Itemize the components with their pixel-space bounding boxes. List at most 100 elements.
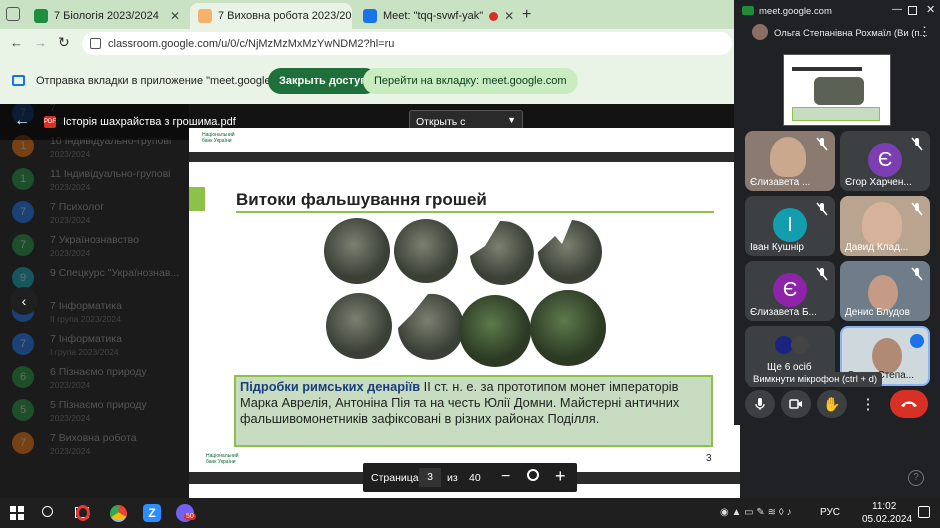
search-icon[interactable]: [42, 506, 53, 517]
class-list-item[interactable]: 7 7 Українознавство 2023/2024: [0, 230, 189, 264]
new-tab-button[interactable]: +: [522, 6, 531, 24]
participant-tile[interactable]: Є Єгор Харчен...: [840, 131, 930, 191]
prev-file-button[interactable]: ‹: [10, 287, 38, 315]
mic-icon: [755, 398, 765, 410]
page-input[interactable]: 3: [419, 468, 441, 487]
opera-icon[interactable]: [76, 505, 90, 521]
tab-title: 7 Біологія 2023/2024: [54, 10, 159, 22]
chrome-icon[interactable]: [110, 505, 127, 522]
close-icon[interactable]: ✕: [504, 9, 514, 23]
address-bar[interactable]: classroom.google.com/u/0/c/NjMzMzMxMzYwN…: [82, 32, 732, 55]
classroom-icon: [198, 9, 212, 23]
presenter-name: Ольга Степанівна Рохмаїл (Ви (п...: [774, 28, 928, 39]
mic-button[interactable]: [745, 390, 775, 418]
windows-icon[interactable]: [10, 506, 24, 520]
tab-title: 7 Виховна робота 2023/20: [218, 10, 352, 22]
class-list-item[interactable]: 5 5 Пізнаємо природу 2023/2024: [0, 395, 189, 429]
tab-vykhovna[interactable]: 7 Виховна робота 2023/20 ✕: [190, 3, 352, 29]
leave-call-button[interactable]: [890, 390, 928, 418]
participant-tile[interactable]: І Іван Кушнір: [745, 196, 835, 256]
participant-name: Іван Кушнір: [750, 242, 804, 253]
more-vert-icon[interactable]: ⋮: [918, 24, 931, 40]
mic-off-icon: [911, 202, 923, 216]
class-title: 9 Спецкурс "Українознав...: [50, 267, 180, 279]
tab-meet[interactable]: Meet: "tqq-svwf-yak" ✕: [355, 3, 517, 29]
thumb-title-bar: [792, 67, 862, 71]
class-title: 6 Пізнаємо природу: [50, 366, 147, 378]
raise-hand-button[interactable]: ✋: [817, 390, 847, 418]
mic-off-icon: [816, 202, 828, 216]
total-pages: 40: [469, 472, 481, 484]
nbu-logo-top: Національний банк України: [202, 132, 235, 144]
class-badge: 1: [12, 168, 34, 190]
site-info-icon[interactable]: [90, 38, 101, 49]
meet-icon: [363, 9, 377, 23]
participant-tile[interactable]: Давид Клад...: [840, 196, 930, 256]
mic-tooltip: Вимкнути мікрофон (ctrl + d): [748, 372, 883, 387]
help-icon[interactable]: ?: [908, 470, 924, 486]
video-feed: [770, 137, 806, 177]
mic-off-icon: [816, 137, 828, 151]
restore-icon[interactable]: [908, 6, 917, 15]
switch-tab-button[interactable]: Перейти на вкладку: meet.google.com: [363, 68, 578, 94]
participant-tile[interactable]: Є Єлизавета Б...: [745, 261, 835, 321]
class-title: 7 Психолог: [50, 201, 105, 213]
class-subtitle: 2023/2024: [50, 215, 91, 225]
class-badge: 7: [12, 333, 34, 355]
class-list-item[interactable]: 1 11 Індивідуально-групові 2023/2024: [0, 164, 189, 198]
tray-icons[interactable]: ◉ ▲ ▭ ✎ ≋ ◊ ♪: [720, 507, 791, 518]
zoom-icon[interactable]: [527, 469, 539, 481]
video-feed: [868, 275, 898, 311]
zoom-in-icon[interactable]: +: [555, 466, 566, 487]
class-subtitle: 2023/2024: [50, 413, 91, 423]
presenter-avatar: [752, 24, 768, 40]
avatar: Є: [773, 273, 807, 307]
recording-icon: [489, 11, 499, 21]
back-arrow-icon[interactable]: ←: [14, 112, 30, 130]
windows-taskbar: Z 50 ◉ ▲ ▭ ✎ ≋ ◊ ♪ РУС 11:02 05.02.2024: [0, 498, 940, 528]
slide-page-number: 3: [706, 453, 712, 464]
class-subtitle: І група 2023/2024: [50, 347, 119, 357]
tab-biology[interactable]: 7 Біологія 2023/2024 ✕: [26, 3, 188, 29]
class-list-item[interactable]: 6 6 Пізнаємо природу 2023/2024: [0, 362, 189, 396]
class-subtitle: 2023/2024: [50, 182, 91, 192]
participant-name: Давид Клад...: [845, 242, 909, 253]
nbu-logo-bottom: Національний банк України: [206, 453, 239, 465]
notifications-icon[interactable]: [918, 506, 930, 518]
participant-name: Єлизавета Б...: [750, 307, 817, 318]
slide-title: Витоки фальшування грошей: [236, 190, 487, 209]
tab-strip: 7 Біологія 2023/2024 ✕ 7 Виховна робота …: [0, 0, 740, 29]
forward-icon[interactable]: →: [34, 35, 47, 50]
class-title: 7 Українознавство: [50, 234, 139, 246]
class-list-item[interactable]: 7 7 Психолог 2023/2024: [0, 197, 189, 231]
stop-sharing-button[interactable]: Закрыть доступ: [268, 68, 378, 94]
participant-tile[interactable]: Єлизавета ...: [745, 131, 835, 191]
close-icon[interactable]: ✕: [926, 3, 935, 16]
camera-button[interactable]: [781, 390, 811, 418]
zoom-app-icon[interactable]: Z: [143, 504, 161, 522]
participant-name: Єлизавета ...: [750, 177, 811, 188]
close-icon[interactable]: ✕: [170, 9, 180, 23]
slide-caption: Підробки римських денаріїв ІІ ст. н. е. …: [234, 375, 713, 447]
participant-tile[interactable]: Денис Блудов: [840, 261, 930, 321]
prev-page: [189, 128, 740, 152]
reload-icon[interactable]: ↻: [58, 34, 70, 51]
tab-list-icon[interactable]: [6, 7, 20, 21]
pdf-icon: PDF: [44, 116, 56, 128]
class-badge: 6: [12, 366, 34, 388]
zoom-out-icon[interactable]: −: [501, 468, 510, 486]
language-indicator[interactable]: РУС: [820, 507, 840, 518]
clock-date[interactable]: 05.02.2024: [862, 514, 912, 525]
class-title: 7 Інформатика: [50, 333, 122, 345]
presentation-thumbnail: [783, 54, 891, 126]
tab-title: Meet: "tqq-svwf-yak": [383, 10, 484, 22]
clock-time[interactable]: 11:02: [872, 501, 896, 512]
browser-toolbar: ← → ↻ classroom.google.com/u/0/c/NjMzMzM…: [0, 29, 740, 58]
more-options-button[interactable]: ⋮: [853, 390, 883, 418]
class-list-item[interactable]: 7 7 Виховна робота 2023/2024: [0, 428, 189, 462]
class-badge: 9: [12, 267, 34, 289]
minimize-icon[interactable]: —: [892, 4, 902, 15]
class-list-item[interactable]: 7 7 Інформатика І група 2023/2024: [0, 329, 189, 363]
video-feed: [862, 202, 902, 246]
back-icon[interactable]: ←: [10, 35, 23, 50]
